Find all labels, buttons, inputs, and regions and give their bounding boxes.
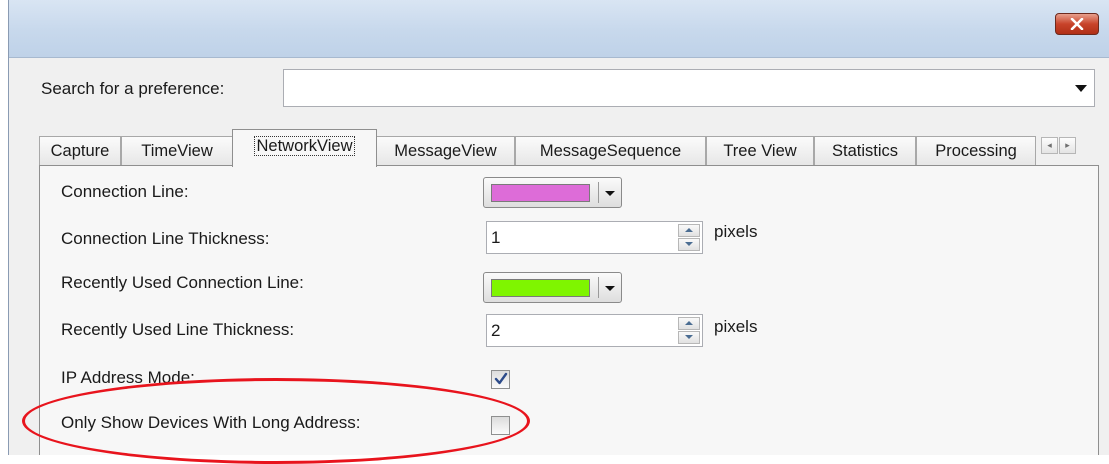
- arrow-down-icon: [685, 335, 693, 339]
- arrow-up-icon: [685, 228, 693, 232]
- recent-line-thickness-label: Recently Used Line Thickness:: [61, 320, 295, 339]
- tab-tree-view[interactable]: Tree View: [706, 136, 814, 166]
- spin-down-button[interactable]: [678, 238, 700, 251]
- divider: [598, 277, 599, 298]
- tab-networkview[interactable]: NetworkView: [232, 129, 377, 167]
- tab-label: TimeView: [141, 142, 213, 160]
- tab-capture[interactable]: Capture: [39, 136, 121, 166]
- tab-messagesequence[interactable]: MessageSequence: [515, 136, 706, 166]
- tab-label: NetworkView: [253, 136, 356, 156]
- divider: [598, 182, 599, 203]
- arrow-down-icon: [685, 242, 693, 246]
- spin-up-button[interactable]: [678, 224, 700, 237]
- tab-label: Statistics: [831, 142, 899, 160]
- preferences-window: Search for a preference: Capture TimeVie…: [8, 0, 1109, 455]
- search-input[interactable]: [284, 70, 1056, 106]
- checkmark-icon: [494, 372, 508, 385]
- title-bar: [9, 0, 1109, 58]
- tab-label: MessageSequence: [539, 142, 682, 160]
- connection-line-color-swatch: [491, 184, 590, 202]
- connection-line-color-picker[interactable]: [483, 177, 622, 208]
- spin-up-button[interactable]: [678, 317, 700, 330]
- recent-connection-line-label: Recently Used Connection Line:: [61, 273, 304, 292]
- recent-line-thickness-stepper[interactable]: 2: [486, 314, 703, 347]
- connection-line-thickness-stepper[interactable]: 1: [486, 221, 703, 254]
- ip-address-mode-checkbox[interactable]: [491, 370, 510, 389]
- tab-statistics[interactable]: Statistics: [814, 136, 916, 166]
- tab-label: Processing: [935, 142, 1017, 160]
- recent-connection-line-color-picker[interactable]: [483, 272, 622, 303]
- tab-messageview[interactable]: MessageView: [376, 136, 515, 166]
- long-address-label: Only Show Devices With Long Address:: [61, 413, 361, 432]
- tab-timeview[interactable]: TimeView: [121, 136, 233, 166]
- chevron-down-icon[interactable]: [1075, 85, 1087, 92]
- chevron-down-icon: [605, 191, 615, 196]
- chevron-left-icon: ◂: [1047, 140, 1052, 150]
- arrow-up-icon: [685, 321, 693, 325]
- search-combo[interactable]: [283, 69, 1095, 107]
- recent-connection-line-color-swatch: [491, 279, 590, 297]
- tab-label: MessageView: [394, 142, 497, 160]
- networkview-panel: [39, 165, 1099, 455]
- close-button[interactable]: [1055, 13, 1099, 35]
- recent-line-thickness-value[interactable]: 2: [491, 321, 500, 341]
- chevron-down-icon: [605, 286, 615, 291]
- tab-processing[interactable]: Processing: [916, 136, 1036, 166]
- connection-line-thickness-value[interactable]: 1: [491, 228, 500, 248]
- tab-scroll-right-button[interactable]: ▸: [1059, 137, 1076, 154]
- tab-label: Tree View: [723, 142, 797, 160]
- spin-down-button[interactable]: [678, 331, 700, 344]
- long-address-checkbox[interactable]: [491, 416, 510, 435]
- chevron-right-icon: ▸: [1065, 140, 1070, 150]
- connection-line-thickness-label: Connection Line Thickness:: [61, 229, 270, 248]
- close-icon: [1070, 18, 1084, 30]
- ip-address-mode-label: IP Address Mode:: [61, 368, 195, 387]
- tab-strip: Capture TimeView NetworkView MessageView…: [39, 129, 1099, 167]
- tab-scroll-left-button[interactable]: ◂: [1041, 137, 1058, 154]
- connection-line-label: Connection Line:: [61, 182, 189, 201]
- tab-label: Capture: [50, 142, 110, 160]
- recent-line-thickness-unit: pixels: [714, 317, 758, 336]
- connection-line-thickness-unit: pixels: [714, 222, 758, 241]
- search-label: Search for a preference:: [41, 79, 225, 98]
